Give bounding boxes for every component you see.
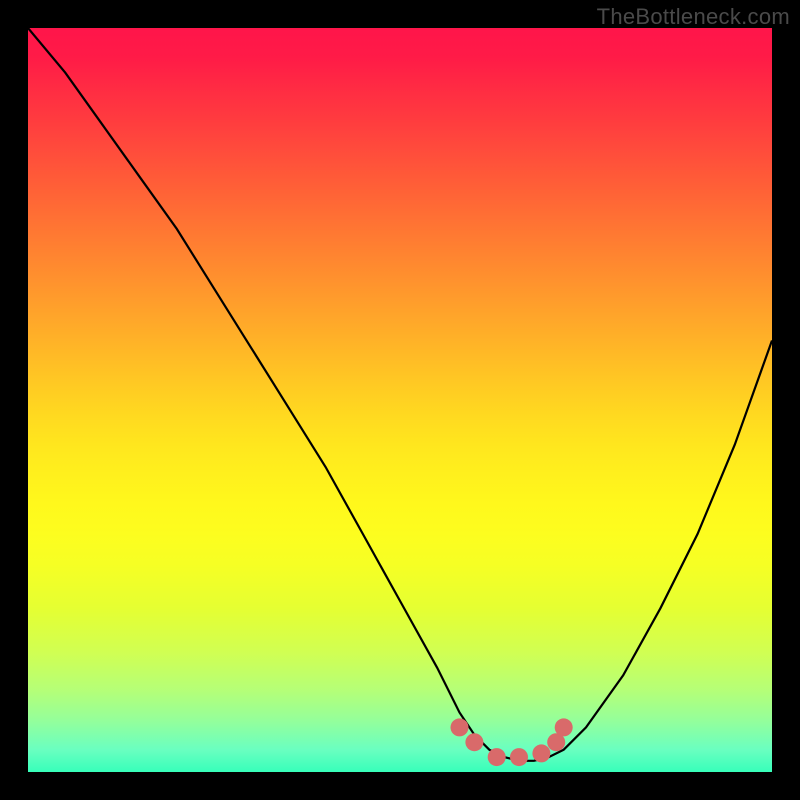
curve-group	[28, 28, 772, 761]
curve-marker	[510, 748, 528, 766]
chart-frame: TheBottleneck.com	[0, 0, 800, 800]
plot-area	[28, 28, 772, 772]
curve-marker	[555, 718, 573, 736]
bottleneck-curve	[28, 28, 772, 761]
chart-svg	[28, 28, 772, 772]
curve-marker	[488, 748, 506, 766]
curve-marker	[451, 718, 469, 736]
watermark-text: TheBottleneck.com	[597, 4, 790, 30]
curve-marker	[465, 733, 483, 751]
curve-marker	[532, 744, 550, 762]
